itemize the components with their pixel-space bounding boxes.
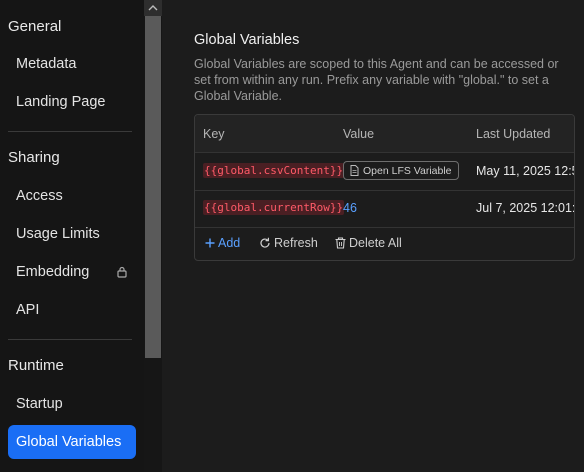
sidebar-item-label: Metadata (16, 56, 77, 72)
sidebar-item-landing-page[interactable]: Landing Page (8, 85, 136, 119)
sidebar-item-metadata[interactable]: Metadata (8, 47, 136, 81)
refresh-button[interactable]: Refresh (259, 236, 318, 250)
file-icon (350, 165, 359, 176)
sidebar-item-label: Access (16, 188, 63, 204)
sidebar-item-label: Startup (16, 396, 63, 412)
table-row: {{global.currentRow}} 46 Jul 7, 2025 12:… (195, 190, 574, 228)
sidebar-item-usage-limits[interactable]: Usage Limits (8, 217, 136, 251)
refresh-label: Refresh (274, 236, 318, 250)
variable-key[interactable]: {{global.currentRow}} (203, 200, 345, 215)
add-button[interactable]: Add (205, 236, 240, 250)
table-header: Key Value Last Updated (195, 115, 574, 153)
variables-table: Key Value Last Updated {{global.csvConte… (194, 114, 575, 261)
open-lfs-variable-label: Open LFS Variable (363, 164, 452, 177)
add-label: Add (218, 236, 241, 250)
open-lfs-variable-button[interactable]: Open LFS Variable (343, 161, 459, 180)
last-updated-value: May 11, 2025 12:5 (476, 164, 575, 178)
sidebar-item-access[interactable]: Access (8, 179, 136, 213)
main-content: Global Variables Global Variables are sc… (162, 0, 584, 472)
table-actions: Add Refresh Delete All (195, 227, 574, 260)
trash-icon (335, 237, 346, 249)
page-title: Global Variables (194, 32, 300, 48)
chevron-up-icon (148, 5, 158, 11)
group-runtime-label: Runtime (8, 357, 64, 374)
column-header-key: Key (203, 127, 225, 141)
scrollbar-thumb[interactable] (145, 16, 161, 358)
sidebar-item-embedding[interactable]: Embedding (8, 255, 136, 289)
variable-value[interactable]: 46 (343, 201, 357, 215)
group-sharing-label: Sharing (8, 149, 60, 166)
sidebar-item-label: Embedding (16, 264, 90, 280)
sidebar-item-label: Usage Limits (16, 226, 100, 242)
plus-icon (205, 238, 215, 248)
refresh-icon (260, 237, 270, 248)
group-general-label: General (8, 18, 62, 35)
column-header-value: Value (343, 127, 375, 141)
sidebar: General Metadata Landing Page Sharing Ac… (0, 0, 162, 472)
sidebar-item-api[interactable]: API (8, 293, 136, 327)
scroll-up-button[interactable] (144, 0, 162, 16)
delete-all-label: Delete All (349, 236, 402, 250)
divider (8, 131, 132, 132)
sidebar-item-global-variables[interactable]: Global Variables (8, 425, 136, 459)
section-description: Global Variables are scoped to this Agen… (194, 57, 559, 103)
sidebar-item-startup[interactable]: Startup (8, 387, 136, 421)
table-row: {{global.csvContent}} Open LFS Variable … (195, 153, 574, 191)
last-updated-value: Jul 7, 2025 12:01: (476, 201, 575, 215)
column-header-last-updated: Last Updated (476, 127, 551, 141)
sidebar-item-label: Global Variables (16, 434, 122, 450)
variable-key[interactable]: {{global.csvContent}} (203, 163, 345, 178)
sidebar-item-label: Landing Page (16, 94, 106, 110)
delete-all-button[interactable]: Delete All (335, 236, 402, 250)
divider (8, 339, 132, 340)
sidebar-item-label: API (16, 302, 40, 318)
lock-icon (117, 266, 127, 278)
